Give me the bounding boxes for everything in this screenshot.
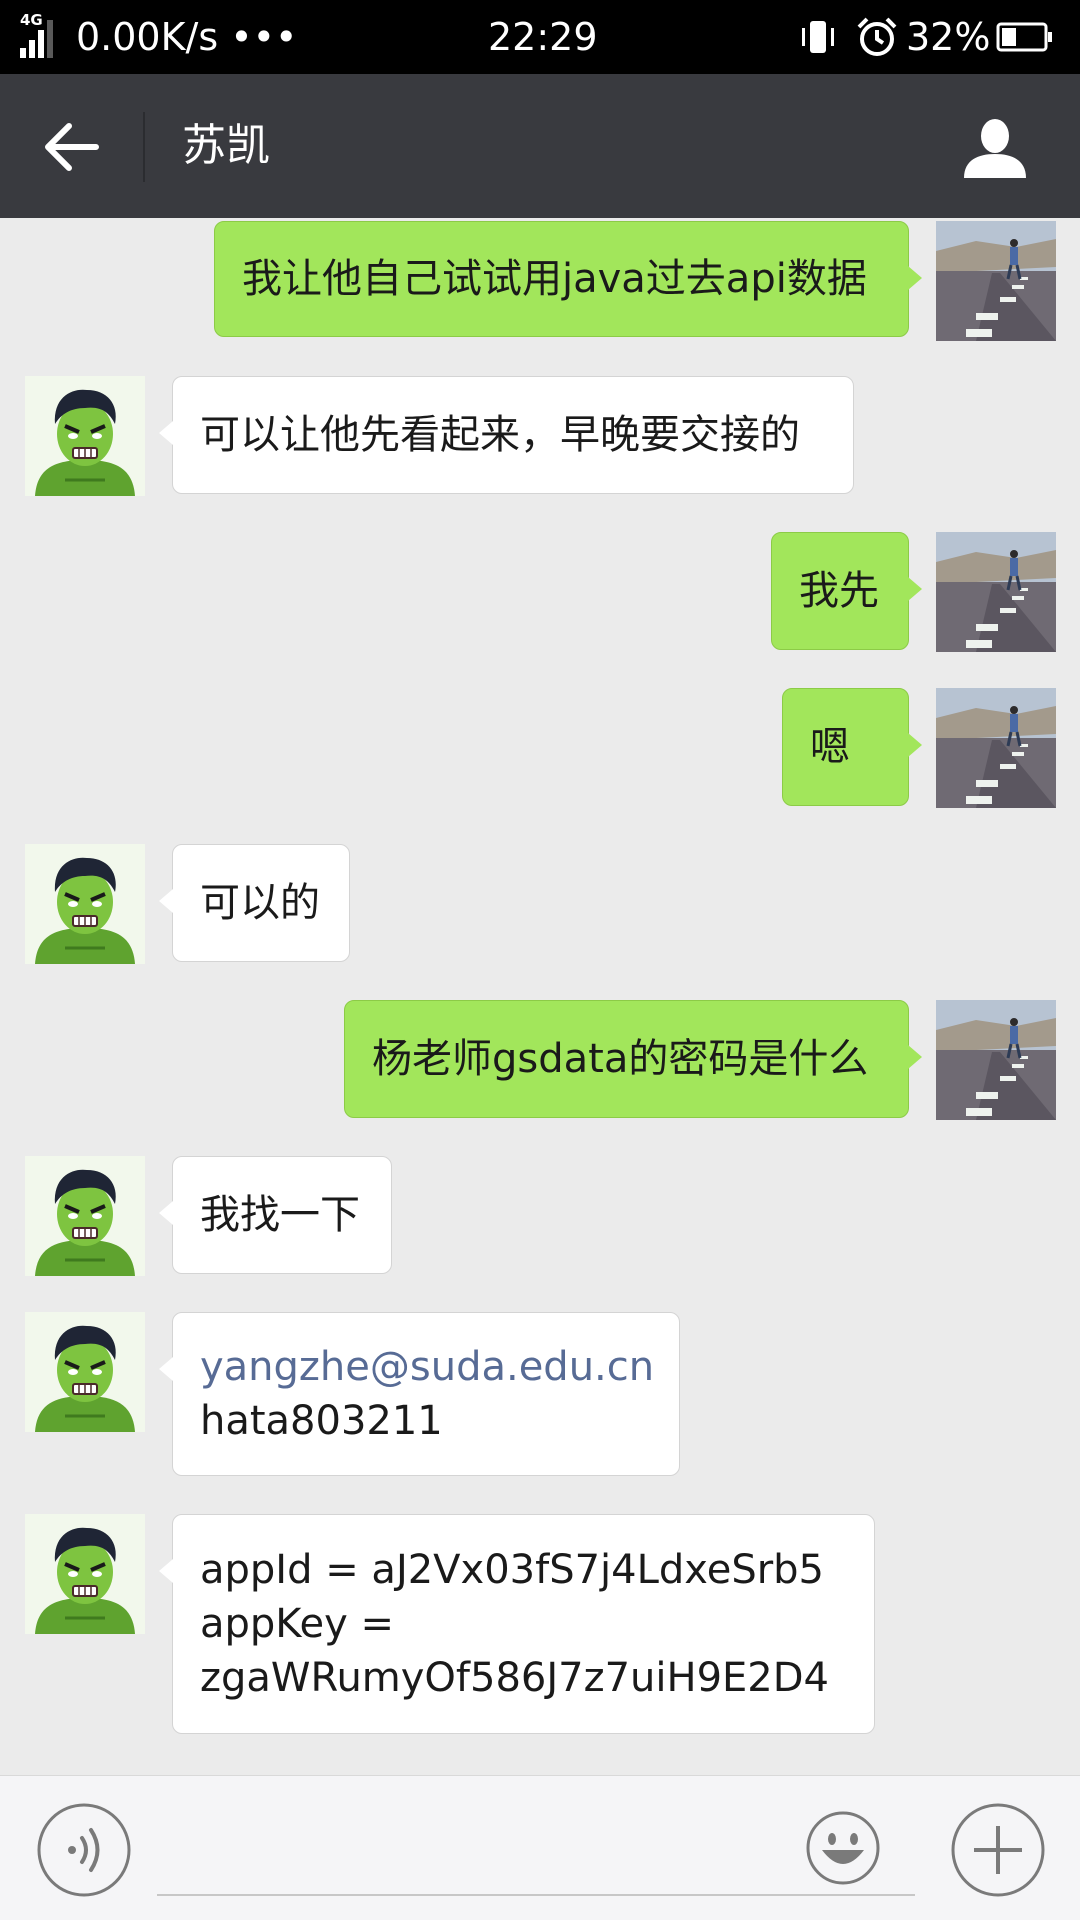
battery-percent: 32%	[906, 15, 991, 59]
incoming-message[interactable]: appId = aJ2Vx03fS7j4LdxeSrb5 appKey = zg…	[159, 1514, 875, 1734]
emoji-icon[interactable]	[805, 1810, 881, 1886]
outgoing-message[interactable]: 我先	[771, 532, 922, 650]
incoming-message[interactable]: 可以的	[159, 844, 350, 962]
my-avatar[interactable]	[936, 1000, 1056, 1120]
my-avatar[interactable]	[936, 221, 1056, 341]
voice-icon[interactable]	[36, 1802, 132, 1898]
signal-icon: 4G	[20, 11, 53, 58]
my-avatar[interactable]	[936, 688, 1056, 808]
alarm-icon	[857, 17, 897, 56]
message-line: zgaWRumyOf586J7z7uiH9E2D4	[200, 1655, 830, 1701]
message-text: hata803211	[200, 1398, 443, 1444]
contact-avatar[interactable]	[25, 1312, 145, 1432]
contact-avatar[interactable]	[25, 1514, 145, 1634]
message-text: 可以让他先看起来，早晚要交接的	[200, 412, 800, 458]
message-text: 我先	[799, 568, 879, 614]
message-line: appKey =	[200, 1601, 395, 1647]
incoming-message[interactable]: 我找一下	[159, 1156, 392, 1274]
contact-avatar[interactable]	[25, 376, 145, 496]
status-bar: 4G 0.00K/s ••• 22:29 32%	[0, 0, 1080, 74]
chat-header: 苏凯	[0, 74, 1080, 218]
message-line: appId = aJ2Vx03fS7j4LdxeSrb5	[200, 1547, 825, 1593]
message-list[interactable]: 我让他自己试试用java过去api数据 可以让他先看起来，早晚要交接的 我先 嗯…	[0, 218, 1080, 1775]
plus-icon[interactable]	[950, 1802, 1046, 1898]
message-text: 我让他自己试试用java过去api数据	[242, 256, 867, 302]
message-text: 可以的	[200, 880, 320, 926]
message-text: 嗯	[810, 724, 850, 770]
message-text: 我找一下	[200, 1192, 360, 1238]
header-divider	[143, 112, 145, 182]
input-bar	[0, 1775, 1080, 1920]
network-type: 4G	[20, 11, 43, 29]
message-text: 杨老师gsdata的密码是什么	[372, 1036, 869, 1082]
contact-avatar[interactable]	[25, 844, 145, 964]
back-arrow-icon[interactable]	[42, 120, 100, 174]
incoming-message[interactable]: yangzhe@suda.edu.cn hata803211	[159, 1312, 680, 1476]
battery-icon	[996, 22, 1052, 52]
contact-avatar[interactable]	[25, 1156, 145, 1276]
vibrate-icon	[802, 21, 834, 53]
incoming-message[interactable]: 可以让他先看起来，早晚要交接的	[159, 376, 854, 494]
page-title: 苏凯	[182, 120, 270, 171]
clock: 22:29	[488, 15, 598, 59]
network-speed: 0.00K/s •••	[76, 15, 298, 59]
outgoing-message[interactable]: 杨老师gsdata的密码是什么	[344, 1000, 922, 1118]
outgoing-message[interactable]: 嗯	[782, 688, 922, 806]
message-input[interactable]	[157, 1796, 915, 1896]
person-icon[interactable]	[962, 116, 1028, 178]
email-link[interactable]: yangzhe@suda.edu.cn	[200, 1340, 654, 1394]
my-avatar[interactable]	[936, 532, 1056, 652]
outgoing-message[interactable]: 我让他自己试试用java过去api数据	[214, 221, 922, 337]
